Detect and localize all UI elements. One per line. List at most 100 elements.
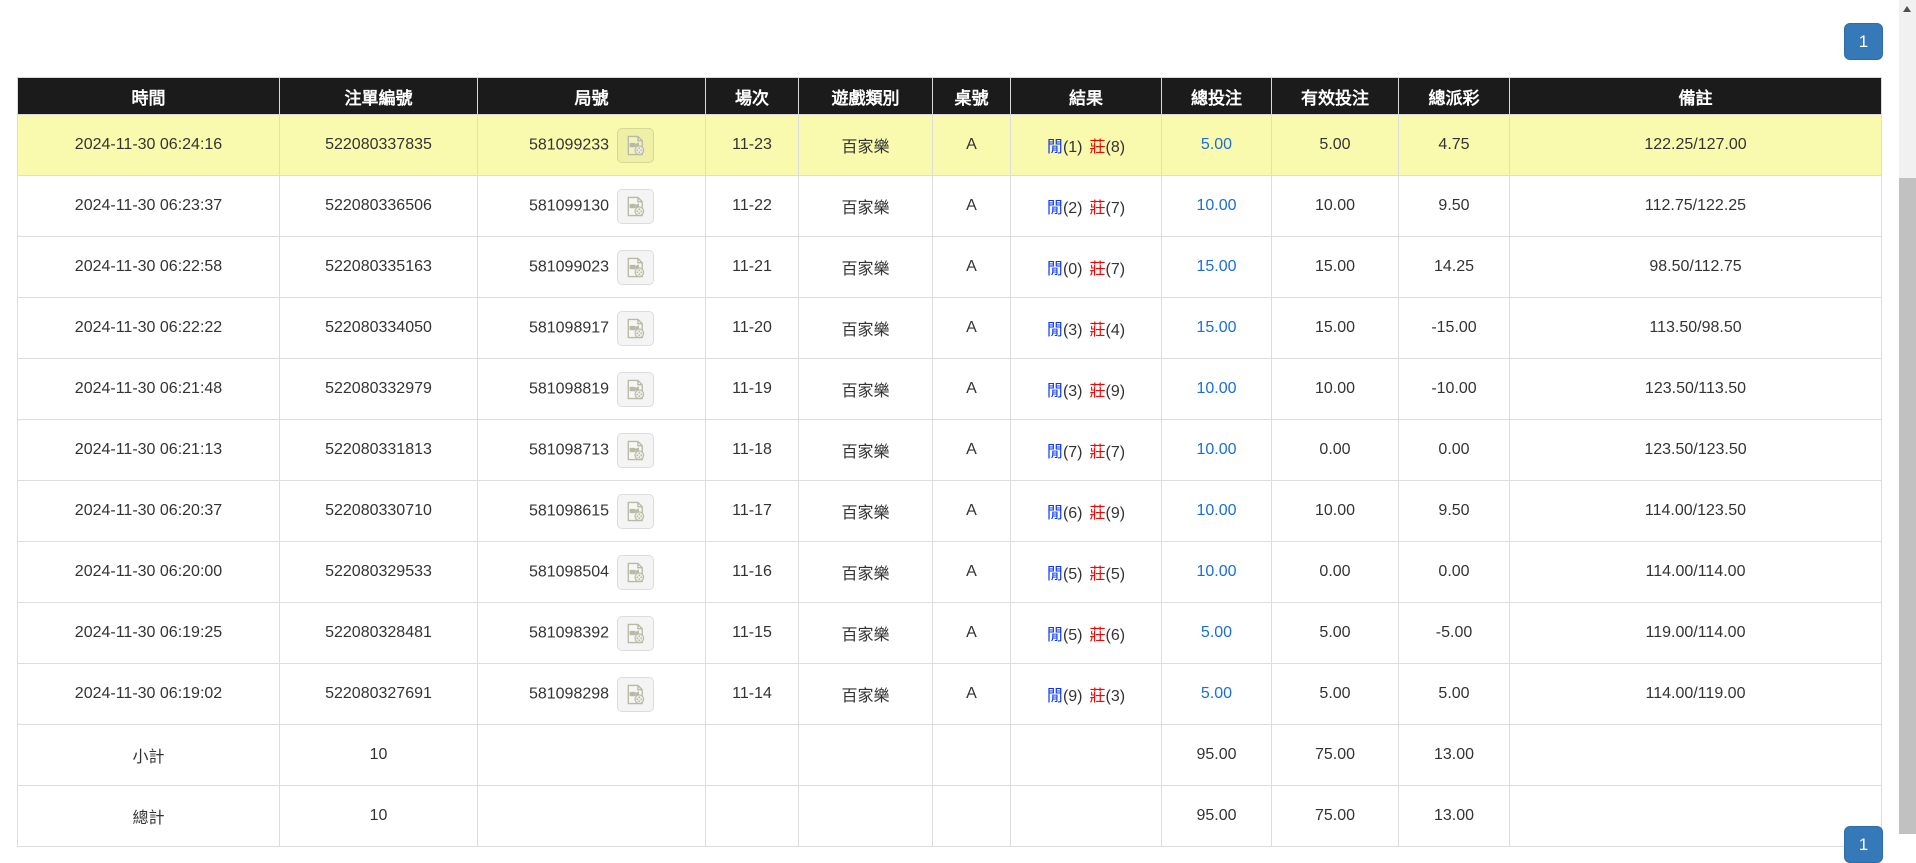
result-banker-value: (7) <box>1106 261 1126 278</box>
cell-result: 閒(3)莊(4) <box>1011 298 1162 359</box>
header-total-bet: 總投注 <box>1162 78 1272 115</box>
result-banker-label: 莊 <box>1090 261 1106 278</box>
grand-total-count: 10 <box>280 786 478 847</box>
cell-total-payout: 14.25 <box>1399 237 1510 298</box>
total-bet-link[interactable]: 5.00 <box>1201 624 1232 641</box>
subtotal-empty-remark <box>1510 725 1882 786</box>
cell-valid-bet: 10.00 <box>1272 481 1399 542</box>
cell-session: 11-18 <box>706 420 799 481</box>
subtotal-empty-result <box>1011 725 1162 786</box>
cell-total-bet: 10.00 <box>1162 420 1272 481</box>
pagination-page-1-button[interactable]: 1 <box>1844 23 1883 60</box>
cell-game-type: 百家樂 <box>799 237 933 298</box>
cell-time: 2024-11-30 06:19:25 <box>18 603 280 664</box>
cell-session: 11-22 <box>706 176 799 237</box>
total-bet-link[interactable]: 5.00 <box>1201 136 1232 153</box>
cell-round: 581098504 <box>478 542 706 603</box>
cell-game-type: 百家樂 <box>799 542 933 603</box>
grand-total-total-bet: 95.00 <box>1162 786 1272 847</box>
video-replay-button[interactable] <box>617 250 654 285</box>
cell-total-payout: 0.00 <box>1399 420 1510 481</box>
cell-valid-bet: 10.00 <box>1272 359 1399 420</box>
cell-round: 581098392 <box>478 603 706 664</box>
total-bet-link[interactable]: 5.00 <box>1201 685 1232 702</box>
header-remark: 備註 <box>1510 78 1882 115</box>
cell-valid-bet: 10.00 <box>1272 176 1399 237</box>
cell-result: 閒(3)莊(9) <box>1011 359 1162 420</box>
cell-remark: 123.50/123.50 <box>1510 420 1882 481</box>
video-replay-button[interactable] <box>617 372 654 407</box>
video-file-icon <box>624 439 647 462</box>
cell-table-no: A <box>933 542 1011 603</box>
video-replay-button[interactable] <box>617 311 654 346</box>
video-replay-button[interactable] <box>617 189 654 224</box>
cell-valid-bet: 0.00 <box>1272 542 1399 603</box>
table-row: 2024-11-30 06:22:22 522080334050 5810989… <box>18 298 1882 359</box>
video-file-icon <box>624 256 647 279</box>
result-banker-value: (8) <box>1106 139 1126 156</box>
video-file-icon <box>624 622 647 645</box>
result-banker-label: 莊 <box>1090 688 1106 705</box>
cell-total-payout: -15.00 <box>1399 298 1510 359</box>
grand-total-label: 總計 <box>18 786 280 847</box>
cell-session: 11-17 <box>706 481 799 542</box>
cell-bet-id: 522080334050 <box>280 298 478 359</box>
round-number: 581099023 <box>529 258 609 275</box>
cell-result: 閒(6)莊(9) <box>1011 481 1162 542</box>
video-replay-button[interactable] <box>617 494 654 529</box>
video-replay-button[interactable] <box>617 677 654 712</box>
total-bet-link[interactable]: 10.00 <box>1196 502 1236 519</box>
header-session: 場次 <box>706 78 799 115</box>
cell-round: 581098917 <box>478 298 706 359</box>
video-replay-button[interactable] <box>617 555 654 590</box>
result-player-value: (1) <box>1063 139 1083 156</box>
scrollbar-up-arrow-icon[interactable] <box>1903 6 1911 12</box>
cell-remark: 119.00/114.00 <box>1510 603 1882 664</box>
video-file-icon <box>624 317 647 340</box>
cell-bet-id: 522080330710 <box>280 481 478 542</box>
cell-bet-id: 522080332979 <box>280 359 478 420</box>
cell-bet-id: 522080329533 <box>280 542 478 603</box>
total-bet-link[interactable]: 15.00 <box>1196 319 1236 336</box>
cell-time: 2024-11-30 06:21:48 <box>18 359 280 420</box>
cell-table-no: A <box>933 176 1011 237</box>
total-bet-link[interactable]: 15.00 <box>1196 258 1236 275</box>
video-replay-button[interactable] <box>617 616 654 651</box>
total-bet-link[interactable]: 10.00 <box>1196 380 1236 397</box>
cell-result: 閒(2)莊(7) <box>1011 176 1162 237</box>
result-banker-label: 莊 <box>1090 383 1106 400</box>
cell-time: 2024-11-30 06:22:58 <box>18 237 280 298</box>
cell-game-type: 百家樂 <box>799 359 933 420</box>
result-player-label: 閒 <box>1047 261 1063 278</box>
result-banker-value: (4) <box>1106 322 1126 339</box>
total-bet-link[interactable]: 10.00 <box>1196 563 1236 580</box>
cell-result: 閒(9)莊(3) <box>1011 664 1162 725</box>
cell-total-bet: 15.00 <box>1162 298 1272 359</box>
result-player-label: 閒 <box>1047 383 1063 400</box>
total-bet-link[interactable]: 10.00 <box>1196 441 1236 458</box>
cell-table-no: A <box>933 237 1011 298</box>
cell-valid-bet: 15.00 <box>1272 298 1399 359</box>
video-replay-button[interactable] <box>617 128 654 163</box>
cell-time: 2024-11-30 06:20:37 <box>18 481 280 542</box>
header-round: 局號 <box>478 78 706 115</box>
video-replay-button[interactable] <box>617 433 654 468</box>
cell-game-type: 百家樂 <box>799 603 933 664</box>
cell-remark: 123.50/113.50 <box>1510 359 1882 420</box>
result-player-value: (9) <box>1063 688 1083 705</box>
grand-total-valid-bet: 75.00 <box>1272 786 1399 847</box>
round-number: 581098392 <box>529 624 609 641</box>
table-footer: 小計 10 95.00 75.00 13.00 總計 10 95.00 75.0… <box>18 725 1882 847</box>
total-bet-link[interactable]: 10.00 <box>1196 197 1236 214</box>
vertical-scrollbar[interactable] <box>1899 0 1916 834</box>
scrollbar-thumb[interactable] <box>1899 178 1916 834</box>
cell-round: 581099233 <box>478 115 706 176</box>
grand-total-empty-result <box>1011 786 1162 847</box>
table-body: 2024-11-30 06:24:16 522080337835 5810992… <box>18 115 1882 725</box>
subtotal-empty-table-no <box>933 725 1011 786</box>
subtotal-row: 小計 10 95.00 75.00 13.00 <box>18 725 1882 786</box>
cell-table-no: A <box>933 603 1011 664</box>
pagination-page-1-button-bottom[interactable]: 1 <box>1844 826 1883 863</box>
result-player-label: 閒 <box>1047 200 1063 217</box>
cell-valid-bet: 0.00 <box>1272 420 1399 481</box>
